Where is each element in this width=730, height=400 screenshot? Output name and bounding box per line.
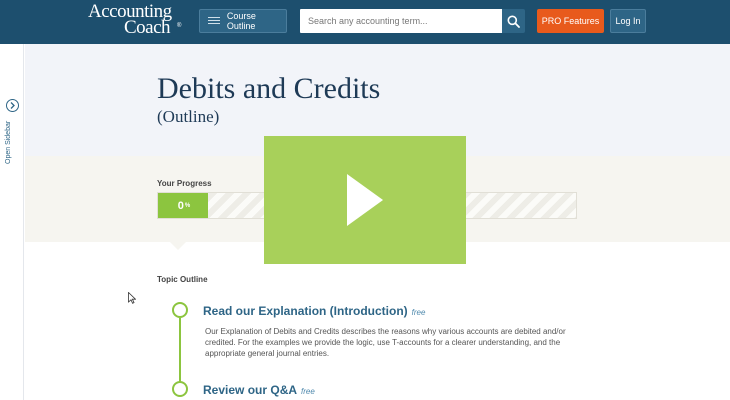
timeline-marker bbox=[172, 381, 188, 397]
login-button[interactable]: Log In bbox=[610, 9, 646, 33]
course-outline-button[interactable]: Course Outline bbox=[199, 9, 287, 33]
page-title: Debits and Credits bbox=[157, 72, 381, 105]
sidebar-strip: Open Sidebar bbox=[0, 44, 24, 400]
search-icon bbox=[507, 15, 520, 28]
topic-item-qa[interactable]: Review our Q&A free bbox=[203, 383, 315, 397]
progress-percent: 0% bbox=[158, 192, 210, 219]
section-caret bbox=[169, 241, 187, 250]
open-sidebar-label[interactable]: Open Sidebar bbox=[5, 121, 12, 164]
progress-unit: % bbox=[184, 202, 191, 209]
pro-features-button[interactable]: PRO Features bbox=[537, 9, 604, 33]
open-sidebar-button[interactable] bbox=[6, 99, 19, 112]
course-outline-label: Course Outline bbox=[226, 11, 256, 31]
progress-label: Your Progress bbox=[157, 179, 212, 188]
search-input[interactable] bbox=[300, 9, 502, 33]
topic-title-text: Read our Explanation (Introduction) bbox=[203, 304, 408, 318]
topic-outline-heading: Topic Outline bbox=[157, 275, 208, 284]
list-icon bbox=[208, 17, 220, 25]
topic-description: Our Explanation of Debits and Credits de… bbox=[205, 327, 566, 358]
mouse-cursor-icon bbox=[128, 292, 136, 304]
free-tag: free bbox=[301, 387, 315, 396]
topic-title-text: Review our Q&A bbox=[203, 383, 298, 397]
topic-item-explanation[interactable]: Read our Explanation (Introduction) free bbox=[203, 304, 425, 318]
logo-registered-mark: ® bbox=[177, 23, 182, 29]
progress-value: 0 bbox=[177, 199, 184, 212]
top-header: Accounting Coach ® Course Outline PRO Fe… bbox=[0, 0, 730, 44]
search-button[interactable] bbox=[502, 9, 525, 33]
page-subtitle: (Outline) bbox=[157, 107, 220, 126]
timeline-marker bbox=[172, 302, 188, 318]
page: Accounting Coach ® Course Outline PRO Fe… bbox=[0, 0, 730, 400]
accountingcoach-logo[interactable]: Accounting Coach ® bbox=[88, 2, 181, 38]
timeline-line bbox=[179, 318, 181, 384]
video-play-overlay[interactable] bbox=[264, 136, 466, 264]
free-tag: free bbox=[411, 308, 426, 317]
play-icon bbox=[347, 174, 383, 226]
logo-line-2: Coach bbox=[124, 17, 171, 38]
chevron-right-icon bbox=[10, 102, 15, 109]
